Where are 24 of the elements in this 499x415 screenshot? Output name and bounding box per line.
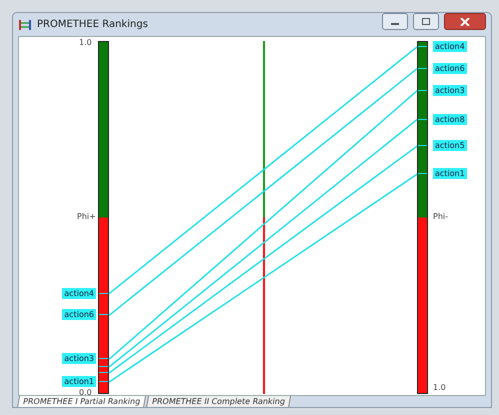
tab[interactable]: PROMETHEE II Complete Ranking xyxy=(146,396,292,407)
action-label: action4 xyxy=(62,288,96,299)
action-label: action1 xyxy=(433,168,467,180)
axis-label: Phi+ xyxy=(77,212,96,222)
action-label: action3 xyxy=(433,84,467,96)
maximize-button[interactable] xyxy=(413,13,439,30)
action-label: action5 xyxy=(433,140,467,152)
action-label: action6 xyxy=(433,62,467,74)
action-label: action8 xyxy=(433,114,467,125)
window-title: PROMETHEE Rankings xyxy=(37,19,148,30)
axis-label: 0.0 xyxy=(79,388,92,395)
action-label: action1 xyxy=(62,376,96,388)
axis-label: Phi- xyxy=(433,212,448,222)
axis-label: 1.0 xyxy=(433,383,446,393)
action-label: action6 xyxy=(62,309,96,320)
app-icon xyxy=(18,18,32,30)
tab[interactable]: PROMETHEE I Partial Ranking xyxy=(16,396,146,407)
minimize-button[interactable] xyxy=(382,13,408,30)
action-label: action3 xyxy=(62,353,96,364)
action-label: action4 xyxy=(433,40,467,52)
maximize-icon xyxy=(421,18,431,26)
axis-label: 1.0 xyxy=(79,38,92,48)
close-button[interactable] xyxy=(444,13,486,30)
close-icon xyxy=(460,18,470,26)
